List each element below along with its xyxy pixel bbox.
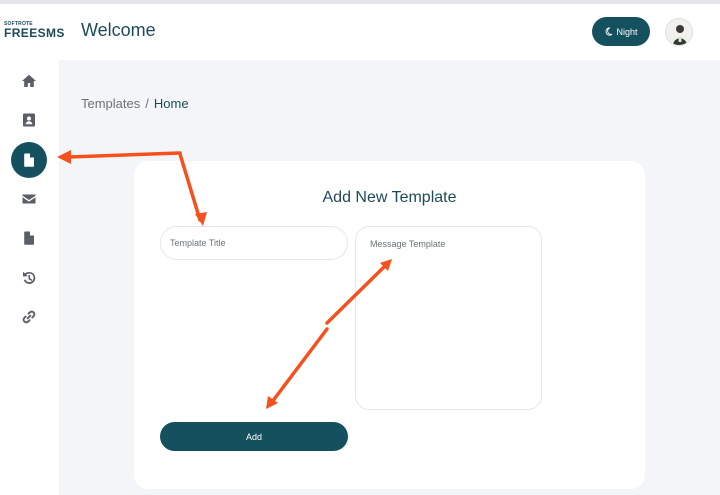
sidebar (0, 60, 59, 495)
sidebar-item-messages[interactable] (11, 181, 47, 217)
home-icon (22, 74, 36, 87)
envelope-icon (22, 194, 36, 204)
template-title-input[interactable] (160, 226, 348, 260)
add-template-card: Add New Template Add (134, 161, 645, 489)
night-mode-button[interactable]: Night (592, 17, 650, 46)
moon-icon (606, 27, 613, 36)
sidebar-item-links[interactable] (11, 299, 47, 335)
sidebar-item-history[interactable] (11, 260, 47, 296)
avatar-image (666, 19, 692, 45)
link-icon (22, 310, 36, 324)
history-icon (23, 271, 36, 284)
message-template-textarea[interactable] (355, 226, 542, 410)
breadcrumb: Templates / Home (81, 96, 189, 111)
sidebar-item-templates[interactable] (11, 142, 47, 178)
form-title: Add New Template (322, 189, 457, 206)
page-title: Welcome (81, 20, 156, 40)
sidebar-item-home[interactable] (11, 63, 47, 99)
file-icon (24, 153, 34, 167)
user-avatar[interactable] (665, 18, 693, 46)
night-mode-label: Night (616, 26, 638, 37)
breadcrumb-current: Home (153, 96, 189, 111)
breadcrumb-separator: / (145, 96, 149, 111)
top-header: SOFTROTE FREESMS Welcome Night (0, 4, 720, 60)
brand-logo[interactable]: SOFTROTE FREESMS (4, 22, 65, 40)
add-button[interactable]: Add (160, 422, 348, 451)
sidebar-item-contacts[interactable] (11, 102, 47, 138)
brand-name: FREESMS (4, 26, 65, 40)
sidebar-item-documents[interactable] (11, 220, 47, 256)
contact-book-icon (23, 113, 35, 127)
breadcrumb-parent[interactable]: Templates (81, 96, 140, 111)
document-icon (24, 231, 34, 245)
